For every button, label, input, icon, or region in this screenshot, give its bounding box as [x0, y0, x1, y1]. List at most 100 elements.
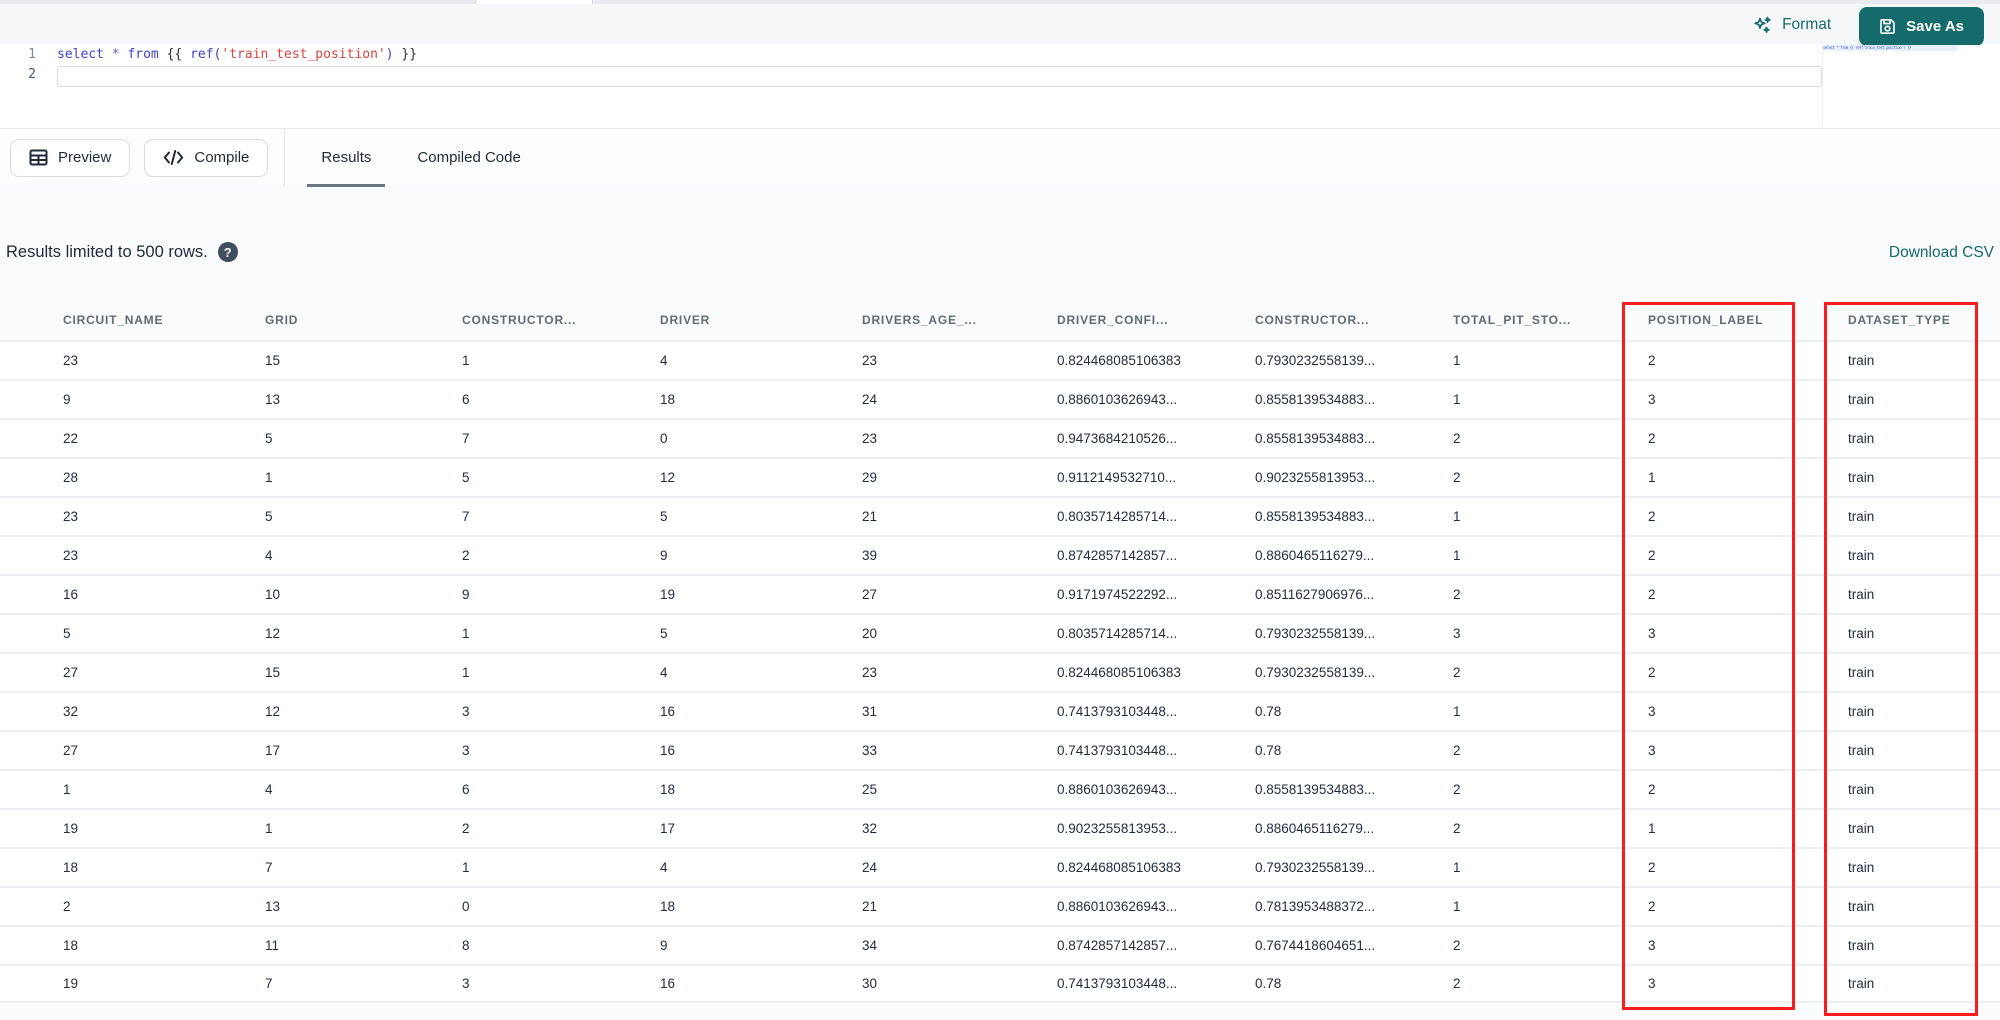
code-line-1[interactable]: select * from {{ ref('train_test_positio…: [57, 45, 1822, 65]
table-cell: 1: [1453, 860, 1461, 875]
table-row: 19 1 2 17 32 0.9023255813953... 0.886046511627…: [0, 808, 2000, 847]
table-cell: 24: [862, 392, 878, 407]
table-cell: 3: [462, 976, 470, 991]
table-cell: 2: [1648, 782, 1656, 797]
table-cell: 24: [862, 860, 878, 875]
table-cell: 32: [862, 821, 878, 836]
table-cell: 33: [862, 743, 878, 758]
tab-compiled-code[interactable]: Compiled Code: [403, 129, 534, 187]
compile-button[interactable]: Compile: [144, 138, 269, 177]
table-cell: 15: [265, 665, 281, 680]
table-cell: 1: [1453, 704, 1461, 719]
table-cell: 34: [862, 938, 878, 953]
table-cell: 0.9473684210526...: [1057, 431, 1178, 446]
table-cell: train: [1848, 587, 1875, 602]
table-cell: 21: [862, 509, 878, 524]
divider: [284, 128, 286, 187]
table-cell: 3: [1453, 626, 1461, 641]
table-cell: 2: [1453, 743, 1461, 758]
line-number: 2: [28, 67, 36, 82]
table-cell: 28: [63, 470, 79, 485]
table-cell: 0.8860465116279...: [1255, 821, 1375, 836]
table-cell: 18: [63, 938, 79, 953]
table-cell: 5: [265, 509, 273, 524]
table-row: 23 4 2 9 39 0.8742857142857... 0.8860465116279…: [0, 535, 2000, 574]
table-cell: 3: [1648, 976, 1656, 991]
table-cell: 0.8035714285714...: [1057, 626, 1178, 641]
table-cell: 12: [660, 470, 676, 485]
table-cell: 2: [1648, 899, 1656, 914]
table-cell: 3: [462, 704, 470, 719]
save-as-button[interactable]: Save As: [1859, 7, 1984, 46]
table-cell: 0.7930232558139...: [1255, 860, 1376, 875]
code-token: ref(: [190, 47, 222, 62]
compile-label: Compile: [194, 149, 250, 166]
sql-editor[interactable]: 1 2 select * from {{ ref('train_test_posi…: [0, 45, 2000, 128]
table-cell: train: [1848, 470, 1875, 485]
table-cell: 3: [1648, 392, 1656, 407]
table-row: 19 7 3 16 30 0.7413793103448... 0.78 2 3 train: [0, 964, 2000, 1003]
table-cell: 1: [1648, 821, 1656, 836]
editor-minimap[interactable]: select * from {{ ref('train_test_positio…: [1822, 45, 1958, 127]
table-cell: 22: [63, 431, 79, 446]
table-row: 32 12 3 16 31 0.7413793103448... 0.78 1 3 train: [0, 691, 2000, 730]
table-cell: 2: [63, 899, 71, 914]
download-csv-link[interactable]: Download CSV: [1889, 244, 1994, 262]
code-token: from: [127, 47, 159, 62]
table-cell: 2: [462, 548, 470, 563]
code-token: *: [111, 47, 120, 62]
table-body: 23 15 1 4 23 0.824468085106383 0.7930232558139…: [0, 340, 2000, 1003]
table-cell: train: [1848, 899, 1875, 914]
table-cell: 0.8558139534883...: [1255, 431, 1376, 446]
table-cell: 4: [265, 548, 273, 563]
table-cell: 0.9171974522292...: [1057, 587, 1178, 602]
table-cell: 16: [660, 743, 676, 758]
table-cell: 2: [1453, 821, 1461, 836]
table-cell: 0.8860103626943...: [1057, 782, 1178, 797]
results-meta: Results limited to 500 rows. ? Download …: [0, 186, 2000, 300]
table-cell: 1: [265, 470, 273, 485]
table-cell: 27: [862, 587, 878, 602]
table-cell: 29: [862, 470, 878, 485]
code-token: {{: [166, 47, 191, 62]
table-cell: 0.7930232558139...: [1255, 353, 1376, 368]
table-cell: 0.824468085106383: [1057, 665, 1181, 680]
table-cell: 20: [862, 626, 878, 641]
table-cell: 1: [1648, 470, 1656, 485]
table-cell: 0.7674418604651...: [1255, 938, 1376, 953]
table-cell: 9: [660, 548, 668, 563]
table-cell: 1: [265, 821, 273, 836]
table-cell: 0.8511627906976...: [1255, 587, 1375, 602]
table-cell: 23: [862, 431, 878, 446]
table-cell: 2: [1648, 665, 1656, 680]
format-button[interactable]: Format: [1753, 15, 1831, 35]
table-cell: 1: [1453, 392, 1461, 407]
table-cell: 4: [660, 353, 668, 368]
preview-label: Preview: [58, 149, 112, 166]
table-row: 5 12 1 5 20 0.8035714285714... 0.7930232558139…: [0, 613, 2000, 652]
header-cell: DRIVER: [660, 313, 711, 327]
table-cell: 12: [265, 626, 281, 641]
table-cell: 1: [1453, 509, 1461, 524]
results-table: CIRCUIT_NAME GRID CONSTRUCTOR... DRIVER DRIV…: [0, 300, 2000, 1020]
table-header-row: CIRCUIT_NAME GRID CONSTRUCTOR... DRIVER DRIV…: [0, 300, 2000, 340]
help-icon[interactable]: ?: [217, 242, 238, 262]
table-cell: 0.9023255813953...: [1255, 470, 1376, 485]
table-cell: 5: [63, 626, 71, 641]
table-cell: 27: [63, 665, 79, 680]
table-cell: 31: [862, 704, 878, 719]
table-row: 2 13 0 18 21 0.8860103626943... 0.781395348837…: [0, 886, 2000, 925]
table-cell: train: [1848, 353, 1875, 368]
tab-results[interactable]: Results: [307, 129, 386, 187]
table-row: 18 7 1 4 24 0.824468085106383 0.7930232558139.…: [0, 847, 2000, 886]
table-row: 27 15 1 4 23 0.824468085106383 0.7930232558139…: [0, 652, 2000, 691]
table-row: 28 1 5 12 29 0.9112149532710... 0.902325581395…: [0, 457, 2000, 496]
table-row: 27 17 3 16 33 0.7413793103448... 0.78 2 3 train: [0, 730, 2000, 769]
table-cell: 3: [1648, 743, 1656, 758]
line-number: 1: [28, 47, 36, 62]
preview-button[interactable]: Preview: [10, 138, 131, 177]
table-cell: 23: [63, 353, 79, 368]
table-cell: 0.8742857142857...: [1057, 938, 1178, 953]
